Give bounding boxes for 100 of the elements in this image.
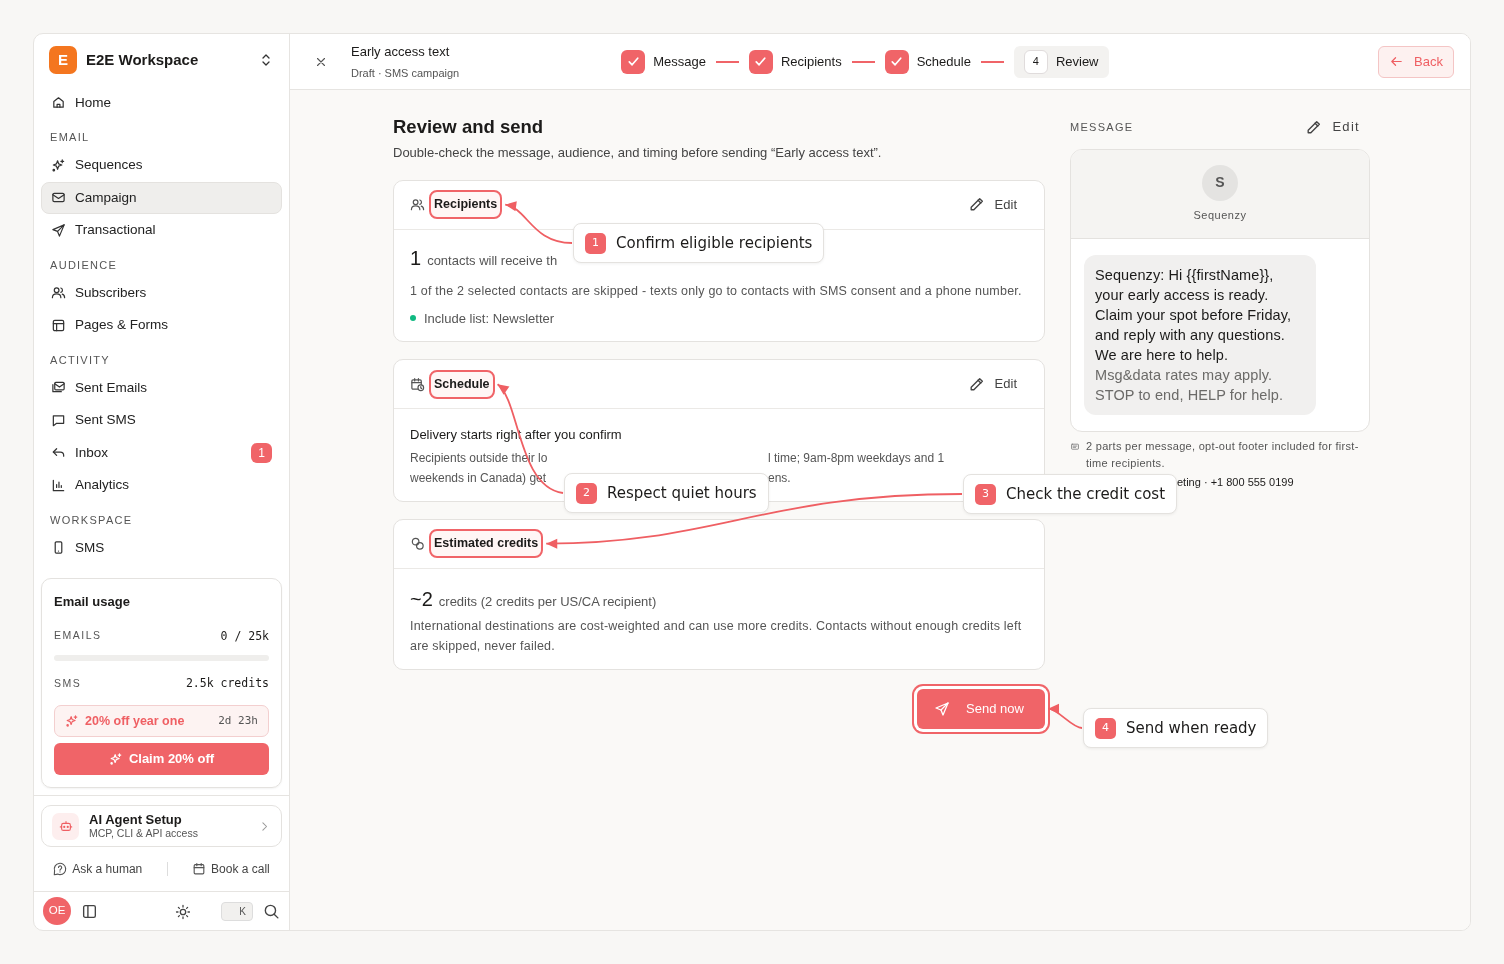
step-number-badge: 2 <box>576 482 597 504</box>
edit-link[interactable]: Edit <box>967 194 1028 215</box>
schedule-note: ens. <box>768 469 792 487</box>
credits-note: International destinations are cost-weighted and can use more credits. Contacts without enough credits left are skipped, never failed. <box>410 617 1023 655</box>
sidebar-item[interactable]: Campaign <box>41 181 282 215</box>
message-icon <box>1070 442 1080 452</box>
pencil-icon <box>1305 118 1323 136</box>
sidebar-item[interactable]: SMS <box>41 531 282 565</box>
step-number-badge: 3 <box>975 483 996 505</box>
edit-link[interactable]: Edit <box>1305 117 1370 137</box>
message-note: 2 parts per message, opt-out footer included for first-time recipients. <box>1086 439 1360 471</box>
sparkle-icon <box>65 714 79 729</box>
page-description: Double-check the message, audience, and timing before sending “Early access text”. <box>393 144 883 163</box>
robot-icon <box>58 819 73 834</box>
arrow-left-icon <box>1389 54 1405 69</box>
usage-title: Email usage <box>54 593 131 612</box>
sidebar-item[interactable]: Sent Emails <box>41 371 282 405</box>
pencil-icon <box>967 375 985 393</box>
message-text: Sequenzy: Hi {{firstName}}, your early access is ready. Claim your spot before Friday, and reply with any questions. We are here to help. <box>1095 266 1293 365</box>
step-tab[interactable]: Recipients <box>748 45 842 78</box>
edit-link[interactable]: Edit <box>967 374 1028 394</box>
sidebar-item[interactable]: Analytics <box>41 469 282 502</box>
page-title: Review and send <box>393 116 545 139</box>
count-caption: contacts will receive th <box>427 251 558 270</box>
sidebar-item[interactable]: Home <box>41 86 282 120</box>
credit-estimate: ~2 <box>410 586 433 612</box>
agent-subtitle: MCP, CLI & API access <box>89 827 199 841</box>
sidebar-item[interactable]: Transactional <box>41 214 282 247</box>
usage-label: SMS <box>54 675 82 691</box>
agent-title: AI Agent Setup <box>89 812 183 828</box>
callout-text: Respect quiet hours <box>607 482 757 504</box>
coins-icon <box>410 536 425 552</box>
question-bubble-icon <box>53 862 68 876</box>
usage-value: 0 / 25k <box>220 627 269 645</box>
layout-icon <box>51 317 66 333</box>
sender-line: eting · +1 800 555 0199 <box>1176 475 1295 490</box>
step-tab[interactable]: 4 Review <box>1013 45 1109 78</box>
workspace-switcher[interactable]: E E2E Workspace <box>41 46 282 75</box>
paper-plane-icon <box>51 222 66 238</box>
pencil-icon <box>967 196 985 214</box>
panel-icon <box>81 903 98 921</box>
speech-bubble-icon <box>51 412 66 428</box>
step-number-badge: 1 <box>585 232 606 254</box>
calendar-icon <box>192 862 207 876</box>
count-badge: 1 <box>251 442 272 463</box>
annotation-arrow <box>1047 703 1083 729</box>
message-footer-text: Msg&data rates may apply. STOP to end, HELP for help. <box>1095 366 1285 405</box>
step-number-badge: 4 <box>1095 717 1116 739</box>
workspace-logo: E <box>49 46 77 75</box>
search-icon <box>263 903 280 921</box>
section-label: ACTIVITY <box>49 352 111 368</box>
step-connector <box>980 60 1004 63</box>
section-label: MESSAGE <box>1070 119 1134 135</box>
sidebar-item[interactable]: Subscribers <box>41 276 282 310</box>
people-icon <box>51 285 66 301</box>
step-tab[interactable]: Schedule <box>884 45 971 78</box>
people-icon <box>410 197 425 213</box>
step-tab[interactable]: Message <box>621 45 706 78</box>
sidebar-item[interactable]: Inbox 1 <box>41 436 282 470</box>
step-number: 4 <box>1023 49 1048 74</box>
step-connector <box>715 60 739 63</box>
calendar-clock-icon <box>410 376 425 392</box>
promo-text: 20% off year one <box>85 712 185 730</box>
callout-text: Send when ready <box>1126 717 1257 739</box>
annotation-arrow <box>504 201 573 244</box>
shortcut-key: K <box>221 901 253 921</box>
help-link[interactable]: Ask a human <box>53 860 143 878</box>
credit-caption: credits (2 credits per US/CA recipient) <box>438 592 657 611</box>
paper-plane-icon <box>934 700 950 717</box>
card-title: Recipients <box>429 190 503 220</box>
card-title: Schedule <box>429 369 495 399</box>
contact-count: 1 <box>410 245 422 271</box>
usage-value: 2.5k credits <box>185 674 269 692</box>
callout-text: Check the credit cost <box>1006 483 1166 505</box>
section-label: EMAIL <box>49 130 91 146</box>
agent-setup-card[interactable]: AI Agent Setup MCP, CLI & API access <box>41 805 282 848</box>
section-label: WORKSPACE <box>49 512 134 528</box>
campaign-title: Early access text <box>351 43 451 61</box>
card-title: Estimated credits <box>429 529 544 559</box>
help-link[interactable]: Book a call <box>192 860 270 878</box>
campaign-subtitle: Draft · SMS campaign <box>351 65 460 81</box>
sparkle-icon <box>51 157 66 173</box>
callout-text: Confirm eligible recipients <box>616 232 813 254</box>
bar-chart-icon <box>51 477 66 493</box>
countdown: 2d 23h <box>218 712 258 729</box>
section-label: AUDIENCE <box>49 257 119 273</box>
step-connector <box>851 60 875 63</box>
usage-label: EMAILS <box>54 628 102 644</box>
sender-name: Sequenzy <box>1193 207 1247 223</box>
sidebar-item[interactable]: Sent SMS <box>41 404 282 437</box>
sun-icon <box>175 903 191 920</box>
sidebar-item[interactable]: Pages & Forms <box>41 309 282 342</box>
recipients-note: 1 of the 2 selected contacts are skipped - texts only go to contacts with SMS consent and a phone number. <box>410 282 1023 300</box>
sender-avatar: S <box>1202 164 1238 201</box>
schedule-note: l time; 9am-8pm weekdays and 1 <box>768 449 946 467</box>
list-label: Include list: Newsletter <box>424 309 555 328</box>
sidebar-item[interactable]: Sequences <box>41 149 282 182</box>
sparkle-icon <box>108 752 123 767</box>
home-icon <box>51 95 66 111</box>
check-icon <box>753 54 769 69</box>
